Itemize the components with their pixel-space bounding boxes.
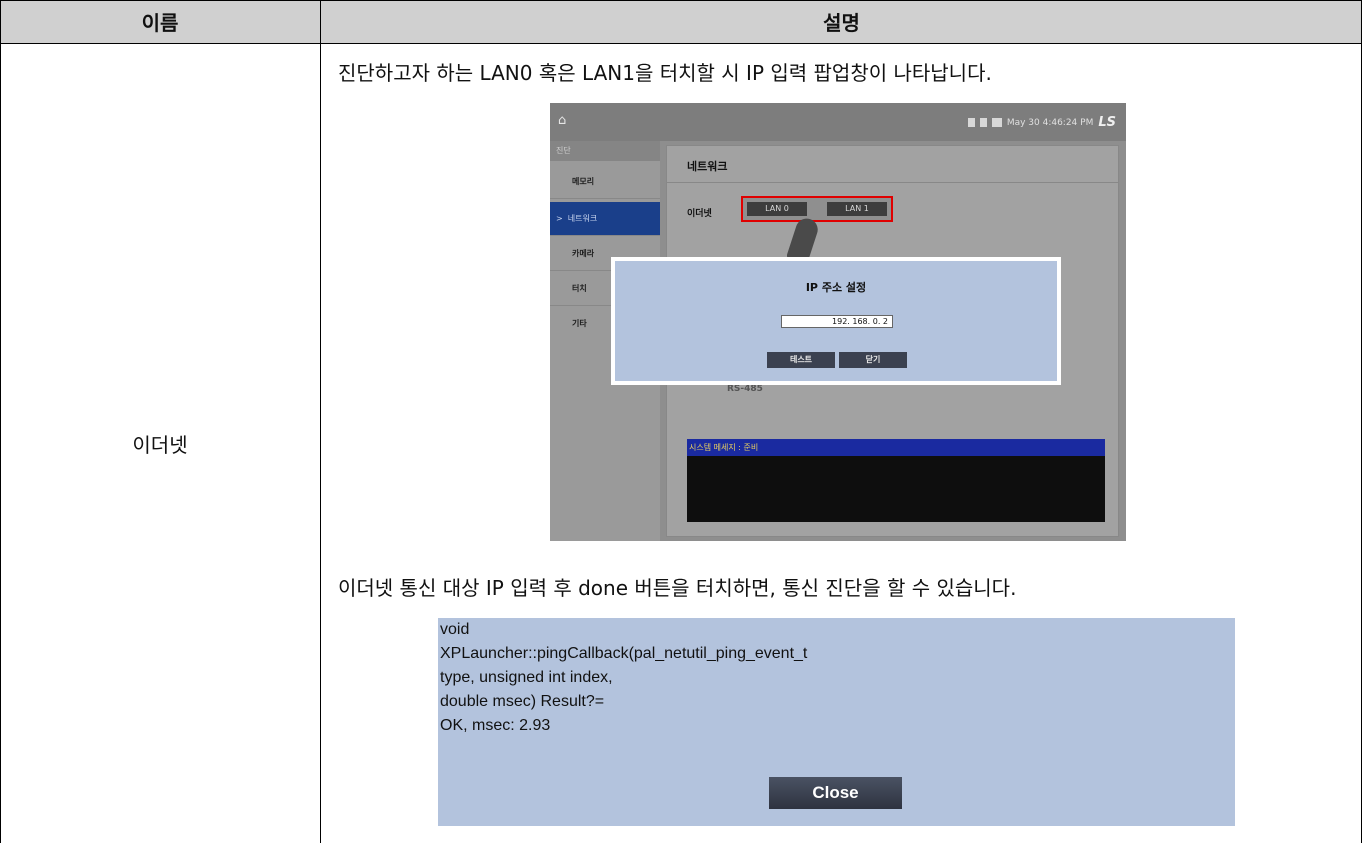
hmi-top-bar: ⌂ May 30 4:46:24 PM LS [550, 103, 1126, 141]
header-desc-cell: 설명 [321, 0, 1362, 43]
lan1-button[interactable]: LAN 1 [827, 202, 887, 216]
header-desc: 설명 [823, 11, 860, 35]
ls-logo: LS [1098, 115, 1116, 130]
datetime: May 30 4:46:24 PM [1006, 117, 1094, 128]
sidebar-header: 진단 [550, 141, 660, 161]
usb-icon [967, 118, 975, 127]
system-message-panel: 시스템 메세지 : 준비 [687, 439, 1105, 522]
desc-line-2: 이더넷 통신 대상 IP 입력 후 done 버튼을 터치하면, 통신 진단을 … [338, 576, 1017, 600]
header-name-cell: 이름 [0, 0, 320, 43]
status-area: May 30 4:46:24 PM LS [967, 115, 1116, 130]
hmi-network-screenshot: ⌂ May 30 4:46:24 PM LS 진단 메모리 > 네트워크 카메라… [550, 103, 1126, 541]
result-line-4: double msec) Result?= [440, 693, 605, 710]
sd-card-icon [979, 118, 987, 127]
sidebar-item-memory[interactable]: 메모리 [550, 165, 660, 199]
desc-line-1: 진단하고자 하는 LAN0 혹은 LAN1을 터치할 시 IP 입력 팝업창이 … [338, 61, 992, 85]
result-line-5: OK, msec: 2.93 [440, 717, 551, 734]
sidebar-item-network-label: 네트워크 [567, 214, 598, 223]
ip-setting-popup: IP 주소 설정 192. 168. 0. 2 테스트 닫기 [611, 257, 1061, 385]
result-line-2: XPLauncher::pingCallback(pal_netutil_pin… [440, 645, 808, 662]
row-name: 이더넷 [132, 433, 188, 457]
close-button[interactable]: Close [769, 777, 902, 809]
ip-address-field[interactable]: 192. 168. 0. 2 [781, 315, 893, 328]
network-icon [991, 118, 1002, 127]
result-line-3: type, unsigned int index, [440, 669, 613, 686]
page-title: 네트워크 [687, 160, 728, 173]
header-name: 이름 [141, 11, 179, 35]
popup-title: IP 주소 설정 [805, 281, 867, 294]
lan-highlight-box: LAN 0 LAN 1 [741, 196, 893, 222]
home-icon: ⌂ [558, 113, 567, 128]
ping-result-popup: void XPLauncher::pingCallback(pal_netuti… [438, 618, 1235, 826]
rs485-label: RS-485 [727, 384, 763, 394]
system-message: 시스템 메세지 : 준비 [687, 439, 1105, 456]
ethernet-label: 이더넷 [687, 209, 712, 219]
test-button[interactable]: 테스트 [767, 352, 835, 368]
row-name-cell: 이더넷 [0, 44, 320, 843]
manual-table: 이름 설명 이더넷 진단하고자 하는 LAN0 혹은 LAN1을 터치할 시 I… [0, 0, 1362, 843]
title-divider [667, 182, 1118, 183]
chevron-right-icon: > [556, 214, 563, 223]
result-line-1: void [440, 621, 470, 638]
table-border-top [0, 0, 1362, 1]
lan0-button[interactable]: LAN 0 [747, 202, 807, 216]
column-divider [320, 0, 321, 843]
sidebar-item-network[interactable]: > 네트워크 [550, 202, 660, 236]
close-button[interactable]: 닫기 [839, 352, 907, 368]
